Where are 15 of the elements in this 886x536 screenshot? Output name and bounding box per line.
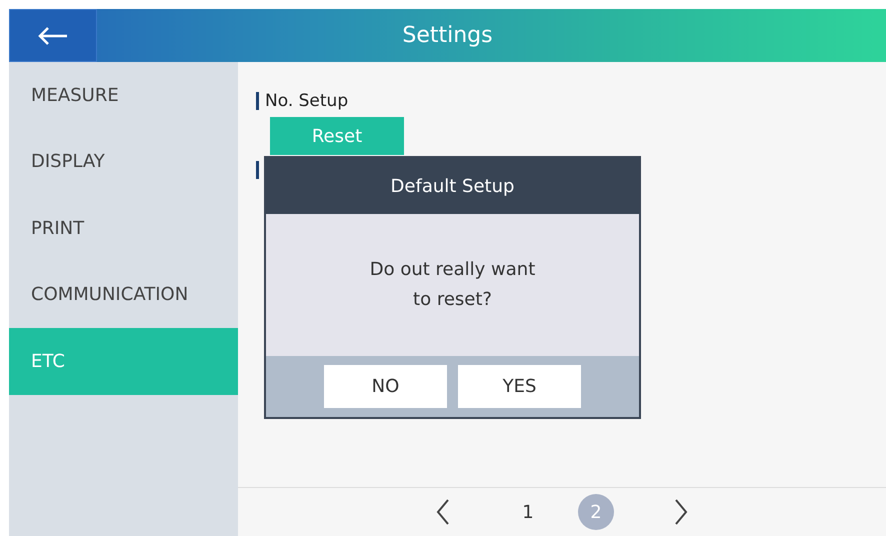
dialog-title: Default Setup	[266, 158, 639, 214]
window-title: Settings	[401, 23, 494, 48]
sidebar-item[interactable]: PRINT	[9, 195, 238, 262]
dialog-button[interactable]: NO	[324, 365, 447, 408]
back-arrow-icon	[37, 26, 69, 44]
sidebar-item[interactable]: DISPLAY	[9, 128, 238, 195]
dialog-message: Do out really want to reset?	[370, 258, 536, 312]
section-title: No. Setup	[265, 91, 348, 111]
back-button[interactable]	[9, 9, 97, 62]
previous-page-icon[interactable]	[436, 499, 450, 525]
next-page-icon[interactable]	[674, 499, 688, 525]
dialog-button[interactable]: YES	[458, 365, 581, 408]
sidebar-item[interactable]: COMMUNICATION	[9, 262, 238, 328]
page-number[interactable]: 1	[510, 494, 546, 530]
sidebar-item[interactable]: MEASURE	[9, 62, 238, 128]
